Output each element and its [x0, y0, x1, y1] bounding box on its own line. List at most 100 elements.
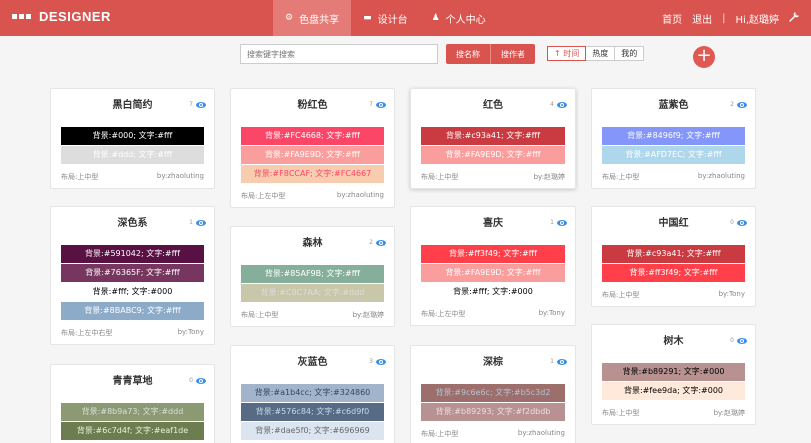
color-swatch[interactable]: 背景:#AFD7EC; 文字:#fff: [602, 146, 745, 164]
author-name[interactable]: by:赵璐婷: [714, 408, 745, 418]
header-links: 首页 退出 | Hi,赵璐婷: [662, 0, 799, 36]
color-swatch[interactable]: 背景:#8496f9; 文字:#fff: [602, 127, 745, 145]
nav-design-desk[interactable]: ▬ 设计台: [351, 0, 420, 36]
eye-icon[interactable]: [376, 239, 386, 246]
color-swatch[interactable]: 背景:#FA9E9D; 文字:#fff: [421, 264, 565, 282]
palette-card[interactable]: 青青草地 0 背景:#8b9a73; 文字:#ddd 背景:#6c7d4f; 文字:#…: [50, 364, 215, 443]
color-swatch[interactable]: 背景:#85AF9B; 文字:#fff: [241, 265, 384, 283]
search-input[interactable]: [240, 44, 438, 64]
palette-card[interactable]: 树木 0 背景:#b89291; 文字:#000 背景:#fee9da; 文字:#00…: [591, 324, 756, 425]
view-count-value: 1: [550, 358, 554, 365]
eye-icon[interactable]: [376, 358, 386, 365]
palette-card[interactable]: 深色系 1 背景:#591042; 文字:#fff 背景:#76365F; 文字:#f…: [50, 206, 215, 345]
view-count-value: 1: [189, 219, 193, 226]
eye-icon[interactable]: [196, 101, 206, 108]
color-swatch[interactable]: 背景:#F8CCAF; 文字:#FC4667: [241, 165, 384, 183]
layout-type: 布局:上中型: [602, 409, 640, 417]
color-swatch[interactable]: 背景:#fff; 文字:#000: [421, 283, 565, 301]
view-count-value: 7: [369, 101, 373, 108]
color-swatch[interactable]: 背景:#FC4668; 文字:#fff: [241, 127, 384, 145]
view-count: 0: [730, 219, 747, 226]
search-by-name-button[interactable]: 搜名称: [446, 44, 490, 64]
eye-icon[interactable]: [376, 101, 386, 108]
color-swatch[interactable]: 背景:#000; 文字:#fff: [61, 127, 204, 145]
color-swatch[interactable]: 背景:#c93a41; 文字:#fff: [602, 245, 745, 263]
palette-card[interactable]: 深棕 1 背景:#9c6e6c; 文字:#b5c3d2 背景:#b89293; 文字:…: [410, 345, 576, 443]
eye-icon[interactable]: [557, 219, 567, 226]
color-swatch[interactable]: 背景:#ff3f49; 文字:#fff: [421, 245, 565, 263]
palette-card[interactable]: 灰蓝色 3 背景:#a1b4cc; 文字:#324860 背景:#576c84; 文字…: [230, 345, 395, 443]
view-count: 2: [369, 239, 386, 246]
color-swatch[interactable]: 背景:#6c7d4f; 文字:#eaf1de: [61, 422, 204, 440]
sort-by-time[interactable]: ↑ 时间: [547, 46, 587, 61]
logout-link[interactable]: 退出: [692, 11, 712, 26]
palette-card[interactable]: 喜庆 1 背景:#ff3f49; 文字:#fff 背景:#FA9E9D; 文字:#ff…: [410, 206, 576, 326]
eye-icon[interactable]: [196, 219, 206, 226]
color-swatch[interactable]: 背景:#b89293; 文字:#f2dbdb: [421, 403, 565, 421]
author-name[interactable]: by:赵璐婷: [534, 172, 565, 182]
swatch-list: 背景:#FC4668; 文字:#fff 背景:#FA9E9D; 文字:#fff 背景…: [241, 127, 384, 184]
author-name[interactable]: by:赵璐婷: [353, 310, 384, 320]
color-swatch[interactable]: 背景:#c93a41; 文字:#fff: [421, 127, 565, 145]
palette-card[interactable]: 森林 2 背景:#85AF9B; 文字:#fff 背景:#C8C7AA; 文字:#dd…: [230, 226, 395, 327]
swatch-list: 背景:#8b9a73; 文字:#ddd 背景:#6c7d4f; 文字:#eaf1d…: [61, 403, 204, 441]
layout-type: 布局:上中型: [241, 311, 279, 319]
nav-profile[interactable]: ♟ 个人中心: [420, 0, 498, 36]
color-swatch[interactable]: 背景:#FA9E9D; 文字:#fff: [421, 146, 565, 164]
eye-icon[interactable]: [737, 219, 747, 226]
eye-icon[interactable]: [737, 101, 747, 108]
swatch-list: 背景:#000; 文字:#fff 背景:#ddd; 文字:#fff: [61, 127, 204, 165]
nav-palette-share[interactable]: ⚙ 色盘共享: [273, 0, 352, 36]
eye-icon[interactable]: [737, 337, 747, 344]
eye-icon[interactable]: [557, 101, 567, 108]
view-count: 3: [369, 358, 386, 365]
color-swatch[interactable]: 背景:#ddd; 文字:#fff: [61, 146, 204, 164]
user-greeting[interactable]: Hi,赵璐婷: [736, 11, 779, 26]
wrench-icon[interactable]: [789, 11, 799, 25]
user-icon: ♟: [431, 13, 440, 23]
brand-logo[interactable]: DESIGNER: [12, 9, 111, 24]
color-swatch[interactable]: 背景:#591042; 文字:#fff: [61, 245, 204, 263]
palette-card[interactable]: 中国红 0 背景:#c93a41; 文字:#fff 背景:#ff3f49; 文字:#f…: [591, 206, 756, 307]
color-swatch[interactable]: 背景:#FA9E9D; 文字:#fff: [241, 146, 384, 164]
view-count: 2: [730, 101, 747, 108]
author-name[interactable]: by:zhaoluting: [337, 191, 384, 201]
search-by-author-button[interactable]: 搜作者: [490, 44, 535, 64]
view-count-value: 0: [730, 219, 734, 226]
color-swatch[interactable]: 背景:#ff3f49; 文字:#fff: [602, 264, 745, 282]
color-swatch[interactable]: 背景:#8BABC9; 文字:#fff: [61, 302, 204, 320]
color-swatch[interactable]: 背景:#576c84; 文字:#c6d9f0: [241, 403, 384, 421]
sort-by-popularity[interactable]: 热度: [586, 46, 616, 61]
color-swatch[interactable]: 背景:#dae5f0; 文字:#696969: [241, 422, 384, 440]
add-palette-button[interactable]: +: [693, 46, 715, 68]
color-swatch[interactable]: 背景:#C8C7AA; 文字:#ddd: [241, 284, 384, 302]
palette-card[interactable]: 黑白简约 7 背景:#000; 文字:#fff 背景:#ddd; 文字:#fff 布局:…: [50, 88, 215, 189]
nav-label: 个人中心: [445, 14, 486, 26]
home-link[interactable]: 首页: [662, 11, 682, 26]
swatch-list: 背景:#a1b4cc; 文字:#324860 背景:#576c84; 文字:#c6…: [241, 384, 384, 441]
swatch-list: 背景:#8496f9; 文字:#fff 背景:#AFD7EC; 文字:#fff: [602, 127, 745, 165]
palette-card[interactable]: 红色 4 背景:#c93a41; 文字:#fff 背景:#FA9E9D; 文字:#ff…: [410, 88, 576, 189]
author-name[interactable]: by:Tony: [539, 309, 565, 319]
palette-card[interactable]: 蓝紫色 2 背景:#8496f9; 文字:#fff 背景:#AFD7EC; 文字:#f…: [591, 88, 756, 189]
color-swatch[interactable]: 背景:#b89291; 文字:#000: [602, 363, 745, 381]
color-swatch[interactable]: 背景:#fff; 文字:#000: [61, 283, 204, 301]
palette-card[interactable]: 粉红色 7 背景:#FC4668; 文字:#fff 背景:#FA9E9D; 文字:#f…: [230, 88, 395, 208]
eye-icon[interactable]: [557, 358, 567, 365]
color-swatch[interactable]: 背景:#fee9da; 文字:#000: [602, 382, 745, 400]
color-swatch[interactable]: 背景:#76365F; 文字:#fff: [61, 264, 204, 282]
swatch-list: 背景:#591042; 文字:#fff 背景:#76365F; 文字:#fff 背景…: [61, 245, 204, 321]
swatch-list: 背景:#b89291; 文字:#000 背景:#fee9da; 文字:#000: [602, 363, 745, 401]
author-name[interactable]: by:Tony: [178, 328, 204, 338]
author-name[interactable]: by:zhaoluting: [157, 172, 204, 182]
palette-icon: ⚙: [285, 13, 294, 23]
author-name[interactable]: by:zhaoluting: [698, 172, 745, 182]
swatch-list: 背景:#c93a41; 文字:#fff 背景:#FA9E9D; 文字:#fff: [421, 127, 565, 165]
author-name[interactable]: by:zhaoluting: [518, 429, 565, 439]
color-swatch[interactable]: 背景:#9c6e6c; 文字:#b5c3d2: [421, 384, 565, 402]
color-swatch[interactable]: 背景:#a1b4cc; 文字:#324860: [241, 384, 384, 402]
sort-mine[interactable]: 我的: [615, 46, 645, 61]
color-swatch[interactable]: 背景:#8b9a73; 文字:#ddd: [61, 403, 204, 421]
author-name[interactable]: by:Tony: [719, 290, 745, 300]
eye-icon[interactable]: [196, 377, 206, 384]
